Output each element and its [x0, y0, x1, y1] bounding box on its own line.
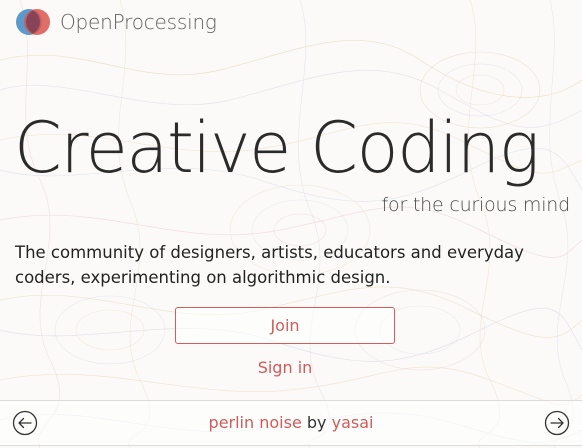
featured-sketch-bar: perlin noise by yasai	[0, 400, 582, 446]
openprocessing-logo-icon[interactable]	[15, 6, 53, 38]
landing-page: OpenProcessing Creative Coding for the c…	[0, 0, 582, 448]
sign-in-link[interactable]: Sign in	[175, 355, 395, 381]
join-button[interactable]: Join	[175, 307, 395, 344]
hero-title: Creative Coding	[14, 107, 540, 189]
arrow-left-circle-icon[interactable]	[12, 410, 38, 436]
hero-description: The community of designers, artists, edu…	[15, 243, 524, 287]
by-text: by	[306, 413, 327, 432]
brand-name[interactable]: OpenProcessing	[60, 9, 217, 35]
sketch-author-link[interactable]: yasai	[332, 413, 374, 432]
hero-subtitle: for the curious mind	[381, 194, 571, 216]
site-header: OpenProcessing	[0, 0, 582, 46]
sketch-title-link[interactable]: perlin noise	[209, 413, 302, 432]
arrow-right-circle-icon[interactable]	[544, 410, 570, 436]
featured-sketch-credit: perlin noise by yasai	[0, 401, 582, 445]
